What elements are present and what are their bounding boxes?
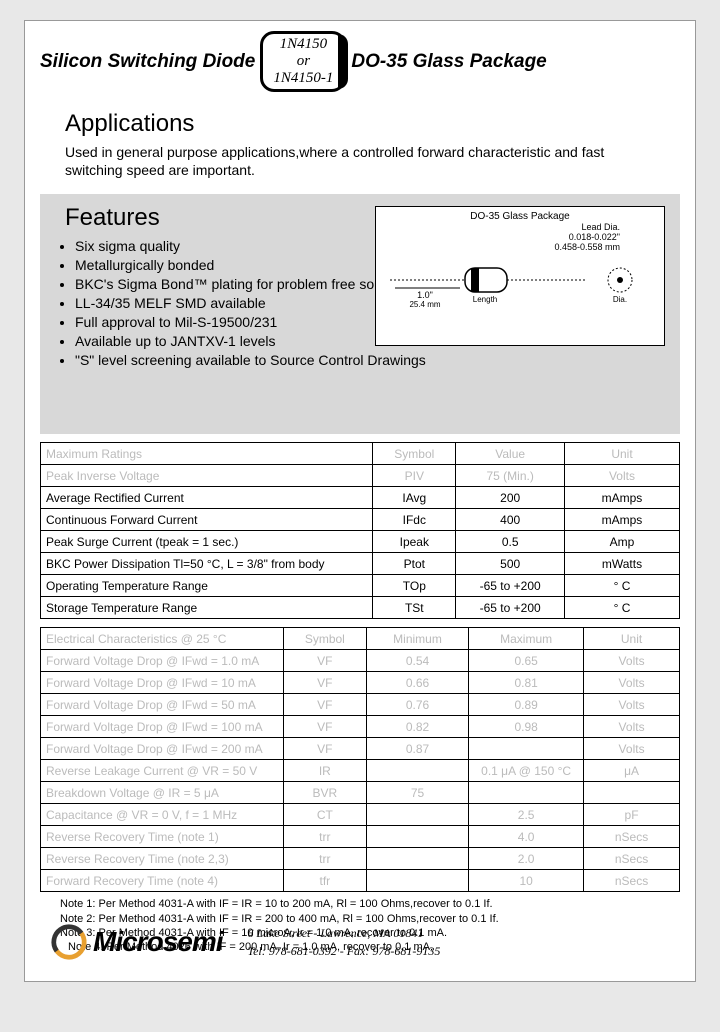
datasheet-page: Silicon Switching Diode 1N4150 or 1N4150… <box>24 20 696 982</box>
applications-section: Applications Used in general purpose app… <box>40 100 680 189</box>
company-name: Microsemi <box>93 926 223 958</box>
svg-text:25.4 mm: 25.4 mm <box>409 300 440 309</box>
part-number-or: or <box>273 53 333 70</box>
diode-icon: 1.0" 25.4 mm Length Dia. <box>385 260 655 310</box>
part-number-box: 1N4150 or 1N4150-1 <box>260 31 346 92</box>
part-number-2: 1N4150-1 <box>273 70 333 87</box>
pkg-lead-dia-in: 0.018-0.022" <box>380 232 620 242</box>
pkg-lead-dia-label: Lead Dia. <box>380 222 620 232</box>
footer: Microsemi 6 Lake Street - Lawrence, MA 0… <box>50 923 670 961</box>
electrical-char-table: Electrical Characteristics @ 25 °CSymbol… <box>40 627 680 892</box>
package-type: DO-35 Glass Package <box>351 51 546 73</box>
applications-heading: Applications <box>65 110 655 138</box>
t1-hdr: Maximum Ratings <box>41 443 373 465</box>
max-ratings-table: Maximum RatingsSymbolValueUnit Peak Inve… <box>40 442 680 619</box>
pkg-diagram-title: DO-35 Glass Package <box>380 211 660 222</box>
pkg-lead-dia-mm: 0.458-0.558 mm <box>380 242 620 252</box>
company-address: 6 Lake Street - Lawrence, MA 01841 Tel: … <box>248 924 441 960</box>
feature-item: "S" level screening available to Source … <box>75 351 680 370</box>
logo-mark-icon <box>50 923 88 961</box>
svg-text:1.0": 1.0" <box>417 290 433 300</box>
svg-text:Dia.: Dia. <box>613 295 627 304</box>
addr-line-2: Tel: 978-681-0392 - Fax: 978-681-9135 <box>248 942 441 960</box>
addr-line-1: 6 Lake Street - Lawrence, MA 01841 <box>248 924 441 942</box>
header-row: Silicon Switching Diode 1N4150 or 1N4150… <box>40 31 680 92</box>
features-section: Features Six sigma quality Metallurgical… <box>40 194 680 434</box>
company-logo: Microsemi <box>50 923 223 961</box>
product-type: Silicon Switching Diode <box>40 51 255 73</box>
part-number-1: 1N4150 <box>273 36 333 53</box>
applications-text: Used in general purpose applications,whe… <box>65 143 655 179</box>
note-1: Note 1: Per Method 4031-A with IF = IR =… <box>60 897 680 911</box>
svg-text:Length: Length <box>473 295 497 304</box>
package-diagram: DO-35 Glass Package Lead Dia. 0.018-0.02… <box>375 206 665 346</box>
